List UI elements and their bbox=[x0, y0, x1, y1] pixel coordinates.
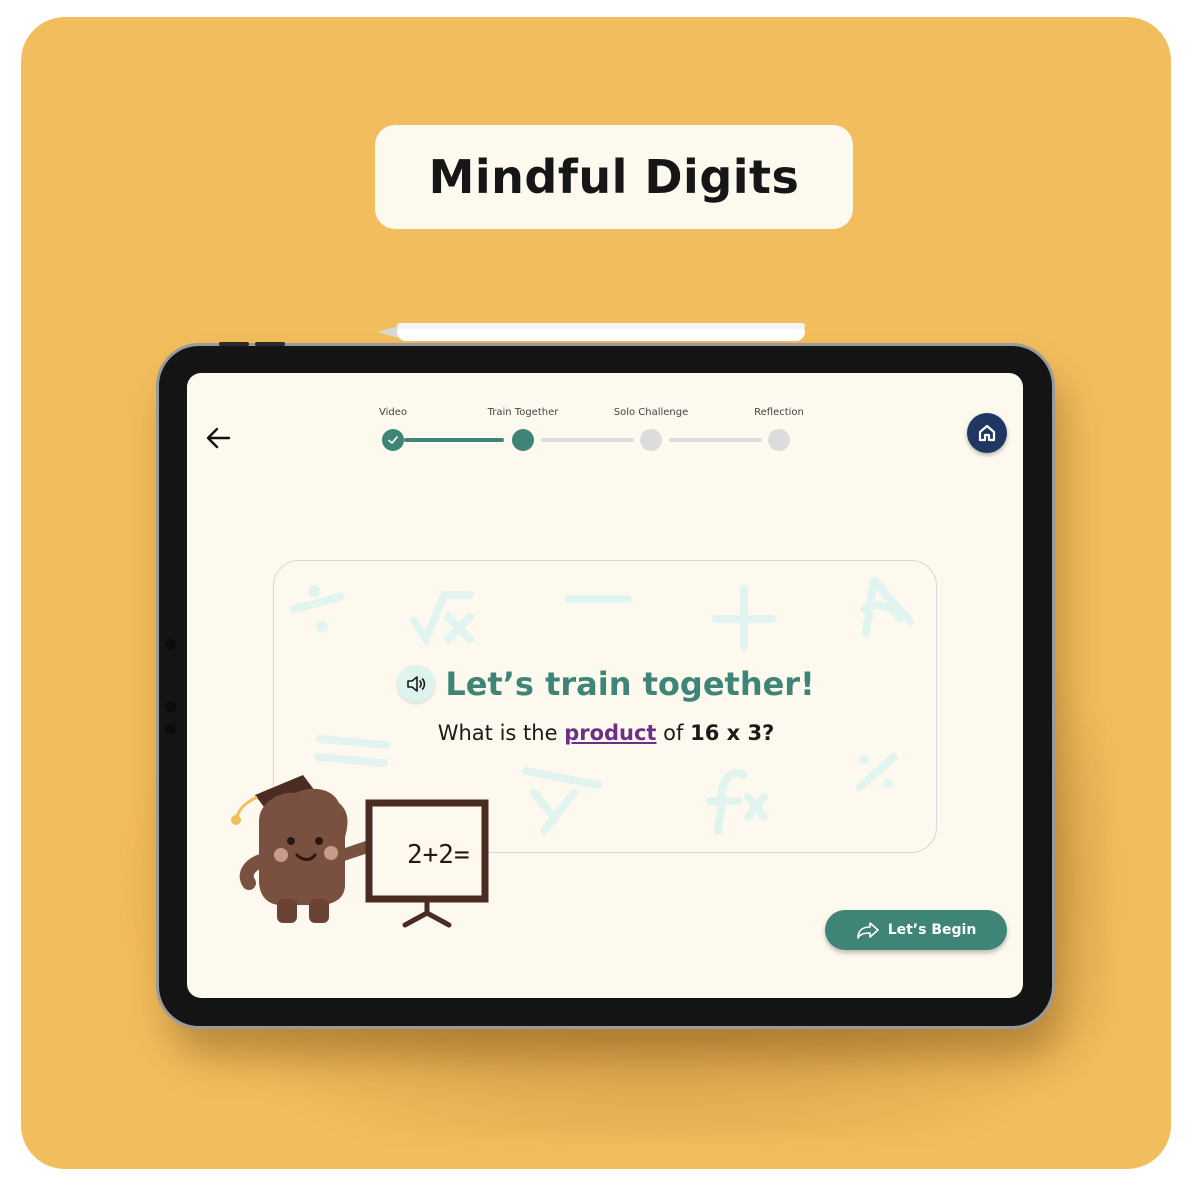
step-dot-train-together[interactable] bbox=[512, 429, 534, 451]
stylus-pencil-icon bbox=[377, 323, 805, 341]
camera-dot bbox=[165, 724, 176, 735]
question-expression: 16 x 3? bbox=[690, 721, 775, 745]
app-title: Mindful Digits bbox=[428, 150, 800, 204]
app-title-banner: Mindful Digits bbox=[375, 125, 853, 229]
step-dot-reflection[interactable] bbox=[768, 429, 790, 451]
promo-background: Mindful Digits Video Train Together Solo… bbox=[21, 17, 1171, 1169]
progress-line-complete bbox=[404, 438, 504, 442]
check-icon bbox=[388, 436, 398, 444]
speaker-icon bbox=[407, 676, 426, 692]
tablet-device: Video Train Together Solo Challenge Refl… bbox=[159, 342, 1052, 1026]
progress-line bbox=[541, 438, 634, 442]
home-button[interactable] bbox=[967, 413, 1007, 453]
question-text: What is the product of 16 x 3? bbox=[274, 721, 936, 745]
volume-button bbox=[219, 342, 249, 346]
read-aloud-button[interactable] bbox=[397, 665, 436, 703]
step-dot-video[interactable] bbox=[382, 429, 404, 451]
step-label-video: Video bbox=[378, 407, 408, 418]
step-label-solo-challenge: Solo Challenge bbox=[613, 407, 689, 418]
question-mid: of bbox=[656, 721, 691, 745]
step-label-train-together: Train Together bbox=[487, 407, 559, 418]
camera-dot bbox=[165, 639, 176, 650]
step-label-reflection: Reflection bbox=[754, 407, 804, 418]
camera-dot bbox=[165, 701, 176, 712]
question-prefix: What is the bbox=[437, 721, 565, 745]
step-dot-solo-challenge[interactable] bbox=[640, 429, 662, 451]
volume-button bbox=[255, 342, 285, 346]
lets-begin-label: Let’s Begin bbox=[887, 922, 977, 938]
home-icon bbox=[978, 424, 996, 442]
app-screen: Video Train Together Solo Challenge Refl… bbox=[187, 373, 1023, 998]
card-heading: Let’s train together! bbox=[445, 665, 815, 703]
mascot-teacher-illustration: 2+2= bbox=[231, 775, 489, 928]
lesson-progress: Video Train Together Solo Challenge Refl… bbox=[377, 407, 837, 457]
lets-begin-button[interactable]: Let’s Begin bbox=[825, 910, 1007, 950]
share-arrow-icon bbox=[856, 922, 879, 939]
arrow-left-icon[interactable] bbox=[203, 423, 233, 453]
keyword-product-link[interactable]: product bbox=[564, 721, 656, 745]
whiteboard-text: 2+2= bbox=[407, 840, 470, 870]
progress-line bbox=[669, 438, 762, 442]
card-heading-row: Let’s train together! bbox=[274, 665, 936, 703]
